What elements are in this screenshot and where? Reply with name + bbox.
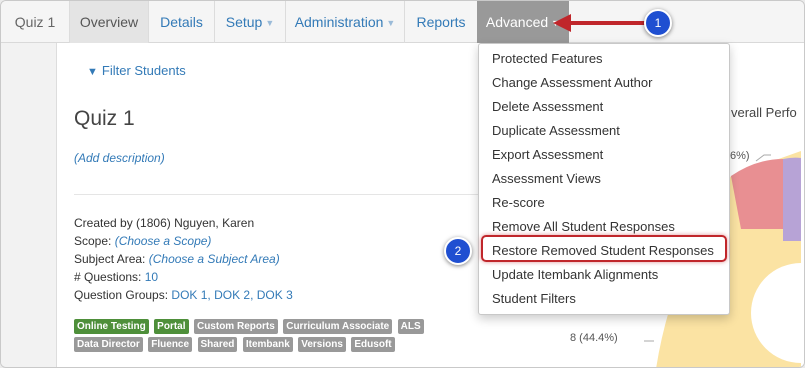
top-navigation: Quiz 1 Overview Details Setup ▼ Administr… (1, 1, 804, 43)
menu-item-delete-assessment[interactable]: Delete Assessment (479, 95, 729, 119)
badge-itembank: Itembank (242, 337, 293, 352)
label-leader-line (755, 154, 771, 162)
left-gutter (1, 43, 56, 367)
questions-count-link[interactable]: 10 (145, 270, 158, 284)
subject-area-label: Subject Area: (74, 252, 146, 266)
filter-students-label: Filter Students (101, 63, 186, 78)
add-description-link[interactable]: (Add description) (74, 151, 165, 165)
questions-label: # Questions: (74, 270, 142, 284)
badge-data-director: Data Director (74, 337, 143, 352)
menu-item-update-itembank-alignments[interactable]: Update Itembank Alignments (479, 263, 729, 287)
chart-label-top: 6%) (730, 150, 750, 162)
menu-item-re-score[interactable]: Re-score (479, 191, 729, 215)
divider (74, 194, 494, 195)
question-groups-link[interactable]: DOK 1, DOK 2, DOK 3 (171, 288, 292, 302)
tab-setup-label: Setup (225, 14, 263, 30)
subject-area-row: Subject Area: (Choose a Subject Area) (74, 252, 280, 266)
tab-reports[interactable]: Reports (405, 1, 477, 43)
badge-row-2: Data Director Fluence Shared Itembank Ve… (74, 334, 474, 352)
scope-link[interactable]: (Choose a Scope) (115, 234, 212, 248)
menu-item-duplicate-assessment[interactable]: Duplicate Assessment (479, 119, 729, 143)
caret-down-icon: ▼ (265, 18, 275, 28)
created-by-label: Created by (74, 216, 133, 230)
badge-custom-reports: Custom Reports (193, 319, 278, 334)
tab-setup[interactable]: Setup ▼ (215, 1, 285, 43)
filter-students-link[interactable]: ▼ Filter Students (87, 63, 186, 78)
badge-online-testing: Online Testing (74, 319, 149, 334)
filter-icon: ▼ (87, 66, 98, 78)
advanced-dropdown-menu: Protected Features Change Assessment Aut… (478, 43, 730, 315)
highlight-box (481, 235, 727, 262)
badge-versions: Versions (298, 337, 346, 352)
subject-area-link[interactable]: (Choose a Subject Area) (149, 252, 280, 266)
nav-quiz-title: Quiz 1 (14, 14, 56, 30)
scope-row: Scope: (Choose a Scope) (74, 234, 211, 248)
badge-shared: Shared (197, 337, 238, 352)
chart-label-bottom: 8 (44.4%) (570, 332, 618, 344)
created-by-row: Created by (1806) Nguyen, Karen (74, 216, 254, 230)
caret-down-icon: ▼ (386, 18, 396, 28)
created-by-value: (1806) Nguyen, Karen (136, 216, 255, 230)
badge-edusoft: Edusoft (351, 337, 395, 352)
menu-item-protected-features[interactable]: Protected Features (479, 47, 729, 71)
tab-overview[interactable]: Overview (70, 1, 148, 43)
scope-label: Scope: (74, 234, 112, 248)
app-window: Quiz 1 Overview Details Setup ▼ Administr… (0, 0, 805, 368)
tab-administration[interactable]: Administration ▼ (286, 1, 404, 43)
menu-item-assessment-views[interactable]: Assessment Views (479, 167, 729, 191)
badge-portal: Portal (154, 319, 189, 334)
menu-item-change-assessment-author[interactable]: Change Assessment Author (479, 71, 729, 95)
callout-2: 2 (444, 237, 472, 265)
arrow-icon (553, 14, 646, 32)
arrow-head (553, 14, 571, 32)
callout-1: 1 (644, 9, 672, 37)
menu-item-export-assessment[interactable]: Export Assessment (479, 143, 729, 167)
page-title: Quiz 1 (74, 107, 135, 130)
badge-row-1: Online Testing Portal Custom Reports Cur… (74, 316, 474, 334)
questions-row: # Questions: 10 (74, 270, 158, 284)
badge-fluence: Fluence (148, 337, 193, 352)
menu-item-student-filters[interactable]: Student Filters (479, 287, 729, 311)
tab-details[interactable]: Details (149, 1, 214, 43)
tab-advanced-label: Advanced (485, 14, 549, 30)
badge-als: ALS (397, 319, 424, 334)
chart-title: verall Perfo (731, 105, 797, 120)
question-groups-label: Question Groups: (74, 288, 169, 302)
tab-administration-label: Administration (294, 14, 384, 30)
pie-slice-purple (783, 157, 801, 241)
question-groups-row: Question Groups: DOK 1, DOK 2, DOK 3 (74, 288, 293, 302)
badge-curriculum-associate: Curriculum Associate (283, 319, 393, 334)
